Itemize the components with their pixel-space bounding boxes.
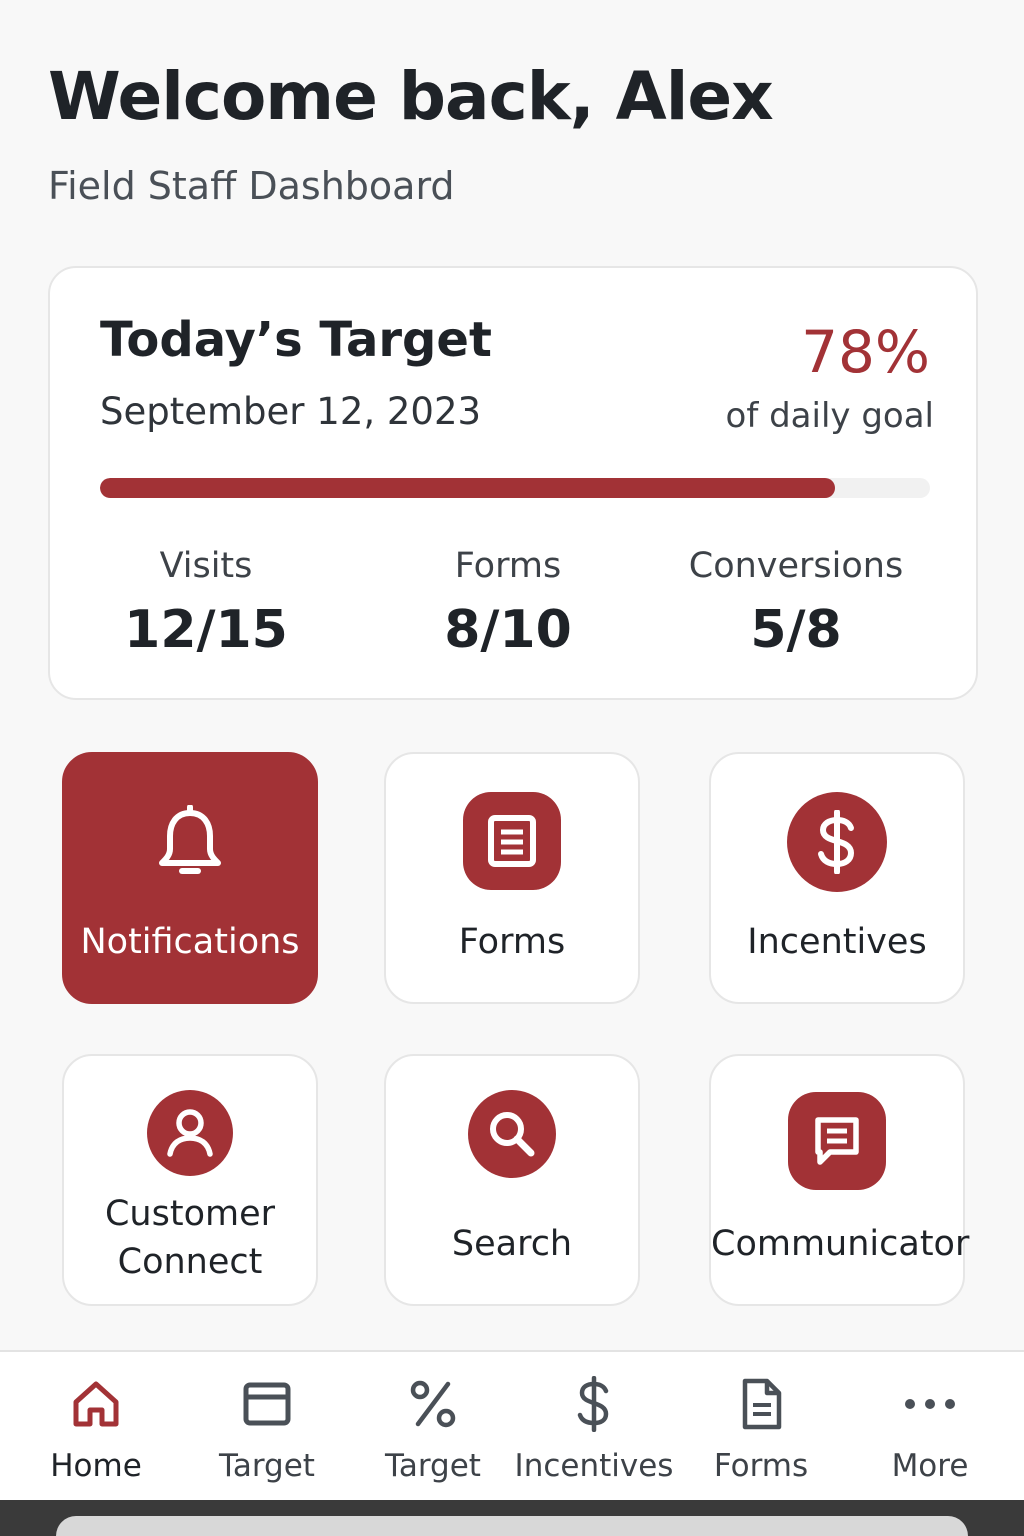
stat-forms: Forms 8/10 [378, 546, 638, 660]
nav-target[interactable]: Target [187, 1374, 347, 1484]
progress-bar [100, 478, 930, 498]
gesture-handle[interactable] [56, 1516, 968, 1536]
home-icon [16, 1374, 176, 1434]
bottom-nav: Home Target Target Incentives Forms More [0, 1350, 1024, 1500]
more-dots-icon [850, 1374, 1010, 1434]
tile-label: Forms [458, 922, 566, 962]
nav-label: Home [50, 1448, 142, 1484]
target-date: September 12, 2023 [100, 390, 482, 433]
nav-incentives[interactable]: Incentives [514, 1374, 674, 1484]
tile-label: Notifications [80, 922, 300, 962]
stat-value: 5/8 [750, 600, 842, 660]
tile-communicator[interactable]: Communicator [709, 1054, 970, 1306]
tile-forms[interactable]: Forms [384, 752, 640, 1004]
stat-label: Forms [454, 546, 562, 586]
progress-fill [100, 478, 835, 498]
form-document-icon [463, 792, 561, 890]
target-title: Today’s Target [100, 312, 492, 368]
dollar-icon [787, 792, 887, 892]
document-icon [681, 1374, 841, 1434]
tile-incentives[interactable]: Incentives [709, 752, 965, 1004]
target-percent: 78% [801, 318, 930, 386]
stat-visits: Visits 12/15 [76, 546, 336, 660]
nav-label: Incentives [514, 1448, 674, 1484]
system-navigation-bar [0, 1500, 1024, 1536]
tile-notifications[interactable]: Notifications [62, 752, 318, 1004]
nav-label: More [891, 1448, 969, 1484]
page-subtitle: Field Staff Dashboard [48, 164, 455, 208]
stat-label: Visits [159, 546, 253, 586]
dollar-icon [514, 1374, 674, 1434]
nav-label: Target [385, 1448, 481, 1484]
stat-conversions: Conversions 5/8 [666, 546, 926, 660]
nav-target-percent[interactable]: Target [353, 1374, 513, 1484]
user-icon [147, 1090, 233, 1176]
target-percent-caption: of daily goal [725, 396, 934, 436]
bell-icon [141, 794, 239, 892]
nav-more[interactable]: More [850, 1374, 1010, 1484]
tile-label: Customer [104, 1194, 275, 1234]
nav-label: Forms [713, 1448, 809, 1484]
tile-label: Incentives [747, 922, 927, 962]
percent-icon [353, 1374, 513, 1434]
window-icon [187, 1374, 347, 1434]
page-title: Welcome back, Alex [48, 58, 774, 135]
search-icon [468, 1090, 556, 1178]
tile-search[interactable]: Search [384, 1054, 640, 1306]
tile-label: Communicator [711, 1224, 970, 1264]
nav-home[interactable]: Home [16, 1374, 176, 1484]
stat-label: Conversions [688, 546, 904, 586]
dashboard-page: Welcome back, Alex Field Staff Dashboard… [0, 0, 1024, 1536]
target-card: Today’s Target September 12, 2023 78% of… [48, 266, 978, 700]
tile-customer-connect[interactable]: Customer Connect [62, 1054, 318, 1306]
nav-forms[interactable]: Forms [681, 1374, 841, 1484]
stat-value: 8/10 [444, 600, 572, 660]
stat-value: 12/15 [124, 600, 288, 660]
tile-label: Connect [117, 1242, 263, 1282]
chat-icon [788, 1092, 886, 1190]
nav-label: Target [219, 1448, 315, 1484]
tile-label: Search [451, 1224, 573, 1264]
